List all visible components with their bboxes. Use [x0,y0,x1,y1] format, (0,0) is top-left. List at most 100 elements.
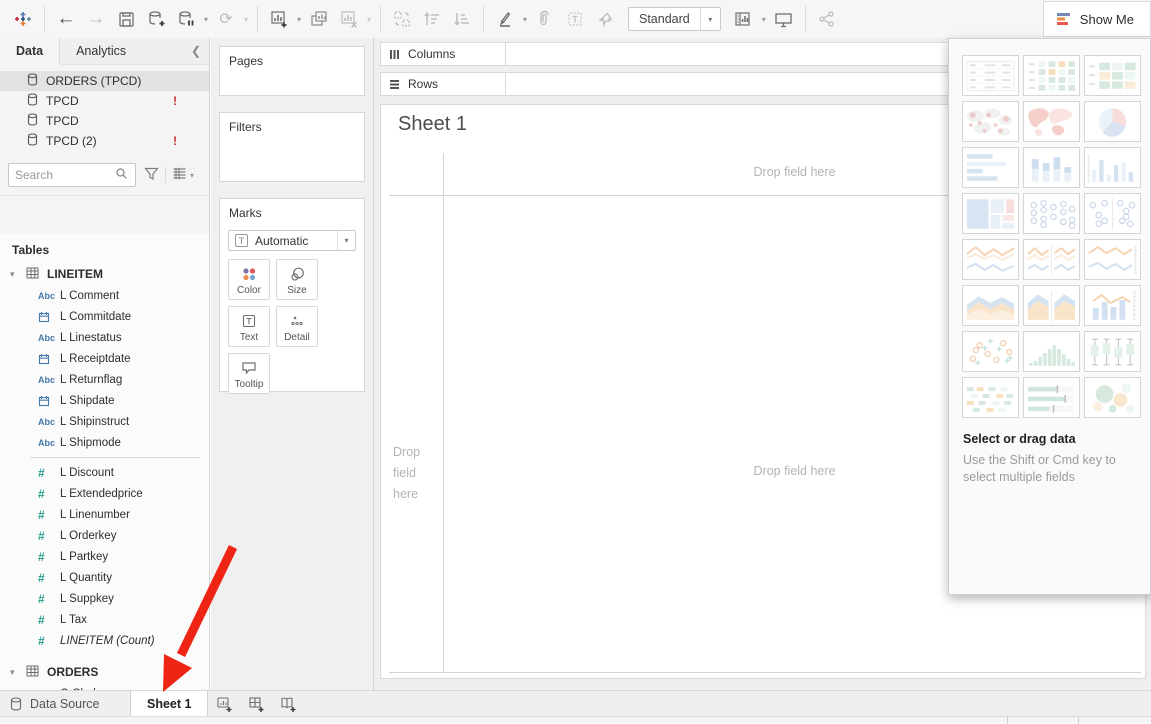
tab-analytics[interactable]: Analytics [60,38,142,64]
pages-card[interactable]: Pages [219,46,365,96]
view-options-caret[interactable]: ▾ [187,171,197,180]
showme-histogram-thumbnail[interactable] [1023,331,1080,372]
table-group-header[interactable]: ▾ LINEITEM [0,263,209,285]
field-item[interactable]: # L Extendedprice [0,483,209,504]
pause-auto-updates-icon[interactable] [171,4,201,34]
showme-gantt-thumbnail[interactable] [962,377,1019,418]
data-source-item[interactable]: ORDERS (TPCD) [0,71,209,91]
size-button[interactable]: Size [276,259,318,300]
color-button[interactable]: Color [228,259,270,300]
showme-lines-discrete-thumbnail[interactable] [1023,239,1080,280]
share-workbook-icon[interactable] [812,4,842,34]
show-me-button[interactable]: Show Me [1043,1,1151,37]
fix-axes-icon[interactable] [590,4,620,34]
field-item[interactable]: Abc L Returnflag [0,369,209,390]
presentation-mode-icon[interactable] [769,4,799,34]
field-item[interactable]: # L Linenumber [0,504,209,525]
table-group-header[interactable]: ▾ ORDERS [0,661,209,683]
highlight-caret[interactable]: ▾ [520,15,530,24]
text-button[interactable]: Text [228,306,270,347]
fit-selector[interactable]: Standard ▾ [628,7,721,31]
new-dashboard-tab-icon[interactable] [240,691,272,716]
show-hide-cards-icon[interactable] [729,4,759,34]
run-auto-updates-icon[interactable]: ⟳ [211,4,241,34]
field-item[interactable]: # LINEITEM (Count) [0,630,209,651]
showme-heat-map-thumbnail[interactable] [1084,55,1141,96]
new-worksheet-caret[interactable]: ▾ [294,15,304,24]
sort-descending-icon[interactable] [447,4,477,34]
mark-type-caret[interactable]: ▾ [337,231,355,250]
showme-area-continuous-thumbnail[interactable] [962,285,1019,326]
mark-type-dropdown[interactable]: T Automatic ▾ [228,230,356,251]
data-source-item[interactable]: TPCD (2)! [0,131,209,151]
swap-rows-columns-icon[interactable] [387,4,417,34]
showme-highlight-table-thumbnail[interactable] [1023,55,1080,96]
search-input[interactable] [15,168,115,182]
clear-sheet-caret[interactable]: ▾ [364,15,374,24]
showme-area-discrete-thumbnail[interactable] [1023,285,1080,326]
data-source-item[interactable]: TPCD [0,111,209,131]
highlight-icon[interactable] [490,4,520,34]
data-source-item[interactable]: TPCD! [0,91,209,111]
field-item[interactable]: Abc L Comment [0,285,209,306]
showme-pie-chart-thumbnail[interactable] [1084,101,1141,142]
field-item[interactable]: # L Tax [0,609,209,630]
new-data-source-icon[interactable] [141,4,171,34]
show-mark-labels-icon[interactable] [560,4,590,34]
undo-icon[interactable]: ← [51,4,81,34]
showme-side-by-side-bars-thumbnail[interactable] [1084,147,1141,188]
clear-sheet-icon[interactable] [334,4,364,34]
columns-shelf-label: Columns [380,42,506,66]
showme-text-table-thumbnail[interactable] [962,55,1019,96]
save-icon[interactable] [111,4,141,34]
filter-fields-icon[interactable] [144,167,159,184]
field-item[interactable]: # L Partkey [0,546,209,567]
view-options-icon[interactable] [172,167,187,183]
showme-lines-continuous-thumbnail[interactable] [962,239,1019,280]
showme-box-and-whisker-thumbnail[interactable] [1084,331,1141,372]
duplicate-sheet-icon[interactable] [304,4,334,34]
drop-zone-rows[interactable]: Dropfieldhere [393,442,439,505]
group-members-icon[interactable] [530,4,560,34]
showme-dual-lines-thumbnail[interactable] [1084,239,1141,280]
tab-data[interactable]: Data [0,38,60,65]
detail-button[interactable]: Detail [276,306,318,347]
redo-icon[interactable]: → [81,4,111,34]
new-story-tab-icon[interactable] [272,691,304,716]
tooltip-button[interactable]: Tooltip [228,353,270,394]
tab-sheet-1[interactable]: Sheet 1 [130,691,208,716]
showme-filled-map-thumbnail[interactable] [1023,101,1080,142]
showme-scatter-plot-thumbnail[interactable] [962,331,1019,372]
field-item[interactable]: # L Quantity [0,567,209,588]
field-item[interactable]: # L Suppkey [0,588,209,609]
field-item[interactable]: # L Discount [0,462,209,483]
field-item[interactable]: L Receiptdate [0,348,209,369]
search-input-wrap[interactable] [8,163,136,187]
showme-dual-combination-thumbnail[interactable] [1084,285,1141,326]
showme-symbol-map-thumbnail[interactable] [962,101,1019,142]
collapse-pane-icon[interactable]: ❮ [183,38,209,64]
new-worksheet-icon[interactable] [264,4,294,34]
pause-auto-updates-caret[interactable]: ▾ [201,15,211,24]
sort-ascending-icon[interactable] [417,4,447,34]
field-item[interactable]: Abc L Linestatus [0,327,209,348]
field-item[interactable]: Abc L Shipinstruct [0,411,209,432]
showme-side-by-side-circles-thumbnail[interactable] [1084,193,1141,234]
filters-card[interactable]: Filters [219,112,365,182]
showme-circle-views-thumbnail[interactable] [1023,193,1080,234]
fit-selector-caret[interactable]: ▾ [700,8,720,30]
showme-horizontal-bars-thumbnail[interactable] [962,147,1019,188]
show-hide-cards-caret[interactable]: ▾ [759,15,769,24]
field-item[interactable]: Abc O Clerk [0,683,209,690]
field-item[interactable]: L Shipdate [0,390,209,411]
showme-packed-bubbles-thumbnail[interactable] [1084,377,1141,418]
field-item[interactable]: # L Orderkey [0,525,209,546]
field-item[interactable]: Abc L Shipmode [0,432,209,453]
showme-stacked-bars-thumbnail[interactable] [1023,147,1080,188]
run-auto-updates-caret[interactable]: ▾ [241,15,251,24]
tab-data-source[interactable]: Data Source [0,691,130,716]
showme-treemap-thumbnail[interactable] [962,193,1019,234]
showme-bullet-graph-thumbnail[interactable] [1023,377,1080,418]
new-worksheet-tab-icon[interactable] [208,691,240,716]
field-item[interactable]: L Commitdate [0,306,209,327]
